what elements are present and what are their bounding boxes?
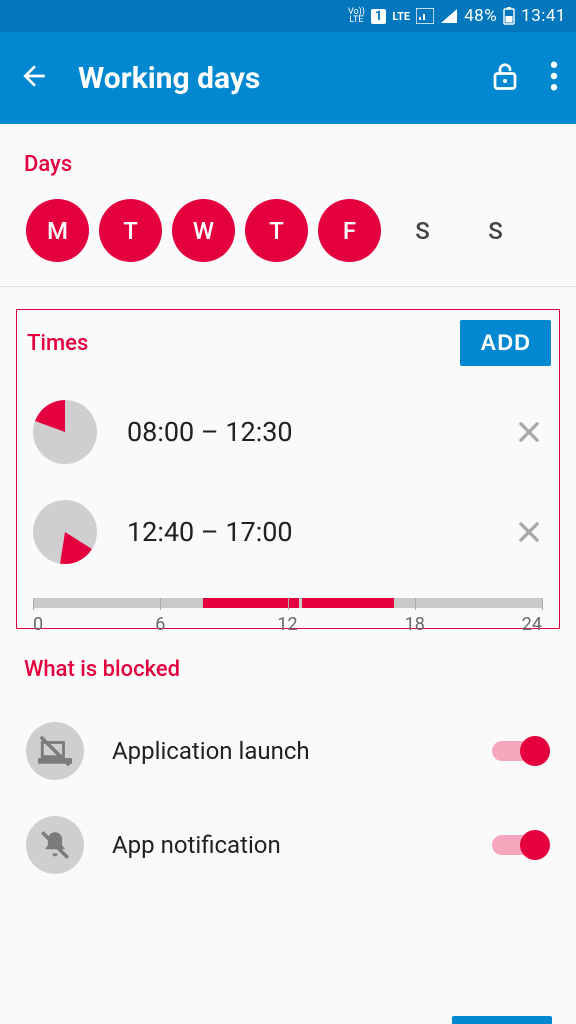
toggle-app-launch[interactable]	[492, 736, 550, 766]
days-row: M T W T F S S	[24, 199, 552, 262]
blocked-label: Application launch	[112, 737, 492, 765]
clock-segment-icon	[33, 500, 97, 564]
day-friday[interactable]: F	[318, 199, 381, 262]
time-range-label: 12:40 – 17:00	[127, 516, 515, 548]
day-monday[interactable]: M	[26, 199, 89, 262]
timeline-tick: 6	[155, 614, 165, 635]
laptop-off-icon	[26, 722, 84, 780]
signal-icon	[416, 8, 434, 24]
time-range-label: 08:00 – 12:30	[127, 416, 515, 448]
divider	[0, 286, 576, 287]
days-section-title: Days	[24, 152, 552, 177]
close-icon	[515, 418, 543, 446]
blocked-section-title: What is blocked	[24, 657, 552, 682]
time-row[interactable]: 12:40 – 17:00	[25, 488, 551, 576]
lock-button[interactable]	[490, 60, 520, 96]
remove-time-button[interactable]	[515, 518, 543, 546]
add-time-button[interactable]: ADD	[460, 320, 551, 366]
day-saturday[interactable]: S	[391, 199, 454, 262]
app-bar: Working days	[0, 32, 576, 124]
more-vert-icon	[550, 61, 558, 91]
battery-icon	[503, 7, 515, 25]
back-button[interactable]	[18, 60, 50, 96]
timeline: 0 6 12 18 24	[33, 598, 543, 610]
timeline-tick: 0	[33, 614, 43, 635]
signal-full-icon	[440, 8, 458, 24]
arrow-left-icon	[18, 60, 50, 92]
timeline-tick: 18	[405, 614, 425, 635]
clock: 13:41	[521, 6, 566, 26]
volte-icon: Vo)) LTE	[348, 8, 365, 24]
clock-segment-icon	[33, 400, 97, 464]
close-icon	[515, 518, 543, 546]
day-wednesday[interactable]: W	[172, 199, 235, 262]
blocked-label: App notification	[112, 831, 492, 859]
blocked-row-app-notification[interactable]: App notification	[24, 798, 552, 892]
status-icons: Vo)) LTE 1 LTE 48% 13:41	[348, 6, 566, 26]
time-row[interactable]: 08:00 – 12:30	[25, 388, 551, 476]
bell-off-icon	[26, 816, 84, 874]
times-section-title: Times	[27, 331, 88, 356]
timeline-fill-2	[302, 598, 394, 608]
day-sunday[interactable]: S	[464, 199, 527, 262]
times-section: Times ADD 08:00 – 12:30 12:40 – 17:00	[16, 309, 560, 629]
battery-percentage: 48%	[464, 6, 497, 26]
unlock-icon	[490, 60, 520, 92]
toggle-app-notification[interactable]	[492, 830, 550, 860]
bottom-button-peek	[452, 1016, 552, 1024]
lte-icon: LTE	[392, 10, 410, 23]
blocked-row-app-launch[interactable]: Application launch	[24, 704, 552, 798]
status-bar: Vo)) LTE 1 LTE 48% 13:41	[0, 0, 576, 32]
day-tuesday[interactable]: T	[99, 199, 162, 262]
day-thursday[interactable]: T	[245, 199, 308, 262]
remove-time-button[interactable]	[515, 418, 543, 446]
timeline-tick: 12	[277, 614, 297, 635]
page-title: Working days	[78, 61, 490, 96]
sim-slot-icon: 1	[371, 9, 386, 24]
timeline-fill-1	[203, 598, 299, 608]
timeline-tick: 24	[522, 614, 542, 635]
overflow-menu-button[interactable]	[550, 61, 558, 95]
